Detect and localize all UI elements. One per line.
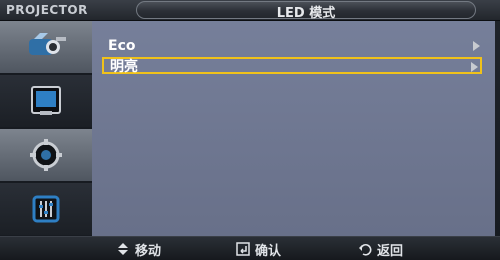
menu-title: LED 模式 — [276, 6, 336, 21]
return-icon — [359, 244, 372, 256]
sidebar-item-settings[interactable] — [0, 129, 92, 181]
menu-content: Eco 明亮 — [92, 21, 495, 236]
hint-confirm: 确认 — [236, 241, 282, 259]
projector-osd: PROJECTOR LED 模式 Eco 明亮 移动 确认 返回 — [0, 0, 500, 260]
enter-icon — [236, 242, 250, 256]
category-sidebar — [0, 21, 92, 236]
chevron-right-icon — [471, 62, 478, 72]
chevron-right-icon — [473, 41, 480, 51]
settings-icon — [30, 139, 62, 171]
sidebar-item-equalizer[interactable] — [0, 183, 92, 235]
hint-confirm-label: 确认 — [255, 243, 282, 259]
menu-item-label: 明亮 — [110, 59, 138, 75]
hint-return: 返回 — [358, 241, 404, 259]
hint-return-label: 返回 — [377, 243, 404, 259]
hint-move-label: 移动 — [135, 243, 162, 259]
equalizer-icon — [32, 195, 60, 223]
hint-move: 移动 — [116, 241, 162, 259]
picture-icon — [31, 86, 61, 115]
title-bar: PROJECTOR LED 模式 — [0, 0, 500, 21]
up-down-arrow-icon — [118, 243, 128, 255]
menu-item-label: Eco — [108, 38, 136, 54]
menu-item-eco[interactable]: Eco — [102, 38, 482, 55]
brand-label: PROJECTOR — [6, 3, 88, 17]
menu-title-pill: LED 模式 — [136, 1, 476, 21]
menu-item-bright[interactable]: 明亮 — [102, 57, 482, 75]
input-icon — [29, 33, 66, 55]
sidebar-item-picture[interactable] — [0, 75, 92, 127]
footer-hints: 移动 确认 返回 — [0, 236, 500, 260]
sidebar-item-input[interactable] — [0, 21, 92, 73]
